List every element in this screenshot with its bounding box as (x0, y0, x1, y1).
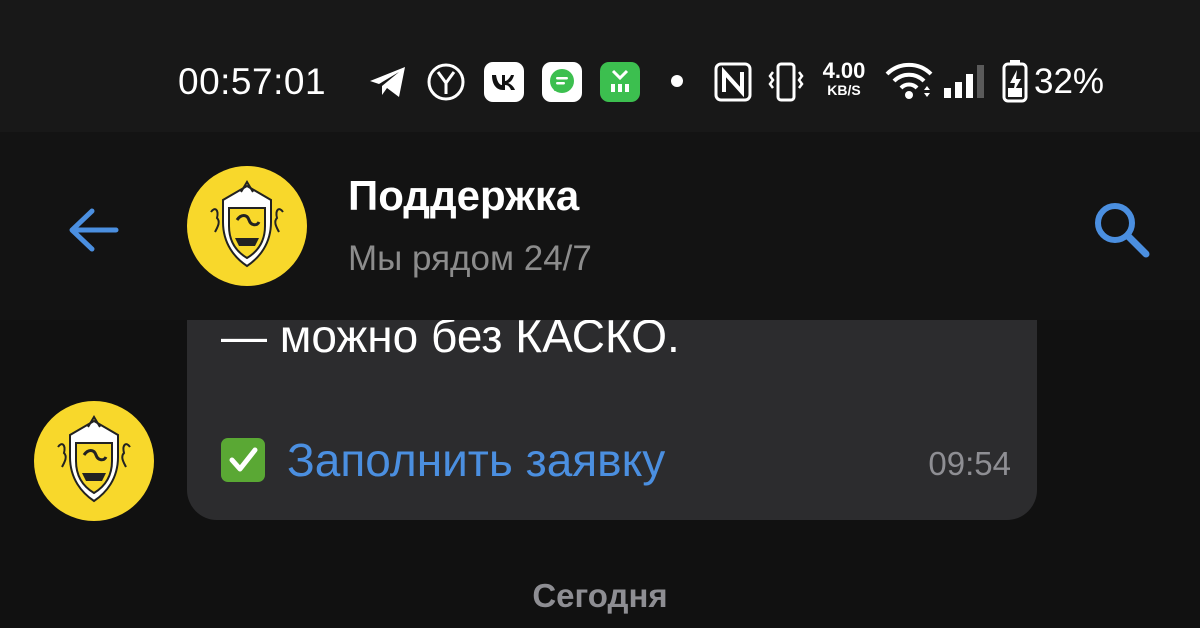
search-icon (1095, 203, 1150, 258)
search-button[interactable] (1088, 196, 1154, 262)
fill-application-link[interactable]: Заполнить заявку (221, 432, 665, 488)
signal-icon (944, 65, 984, 98)
vk-icon (484, 62, 524, 102)
nfc-icon (714, 62, 752, 102)
message-time: 09:54 (928, 445, 1011, 482)
chat-header: Поддержка Мы рядом 24/7 (0, 132, 1200, 320)
net-speed-unit: KB/S (827, 82, 861, 98)
messenger-icon (542, 62, 582, 102)
app-glyph (611, 69, 629, 92)
sender-avatar[interactable] (34, 401, 154, 521)
battery-charging-icon (1002, 60, 1028, 103)
dot-icon (671, 75, 683, 87)
check-mark-glyph (229, 447, 258, 472)
app-icon (600, 62, 640, 102)
bank-crest-icon (210, 180, 284, 268)
chat-avatar[interactable] (187, 166, 307, 286)
status-time: 00:57:01 (178, 61, 327, 102)
messenger-glyph (550, 69, 574, 93)
chat-title[interactable]: Поддержка (348, 172, 579, 220)
telegram-icon (370, 67, 405, 97)
back-button[interactable] (64, 200, 124, 260)
fill-application-link-text[interactable]: Заполнить заявку (287, 432, 665, 488)
net-speed-value: 4.00 (822, 58, 866, 83)
wifi-icon (885, 62, 933, 99)
date-separator: Сегодня (532, 577, 668, 614)
battery-percent: 32% (1034, 62, 1105, 101)
chat-subtitle: Мы рядом 24/7 (348, 239, 592, 278)
arrow-left-icon (69, 208, 119, 252)
status-bar: 00:57:01 4.00 KB/S 32% (0, 0, 1200, 132)
vibrate-icon (768, 62, 804, 102)
net-speed: 4.00 KB/S (814, 58, 874, 98)
bank-crest-icon (57, 415, 131, 503)
check-mark-icon (221, 438, 265, 482)
message-list[interactable]: — можно без КАСКО. Заполнить заявку 09:5… (0, 320, 1200, 628)
vk-glyph (492, 75, 515, 90)
yandex-icon (427, 63, 465, 101)
message-bubble[interactable]: — можно без КАСКО. Заполнить заявку 09:5… (187, 320, 1037, 520)
message-text: — можно без КАСКО. (221, 320, 680, 362)
